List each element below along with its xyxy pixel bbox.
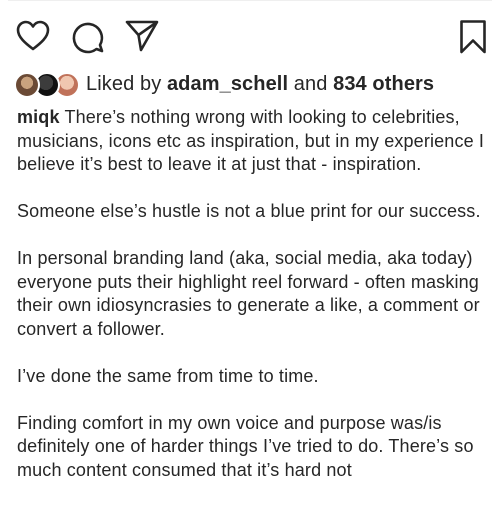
likes-prefix: Liked by [86, 72, 167, 95]
caption-paragraph: Someone else’s hustle is not a blue prin… [17, 201, 481, 221]
comment-icon[interactable] [71, 20, 105, 54]
likes-row: Liked by adam_schell and 834 others [14, 70, 434, 98]
caption-paragraph: miqk There’s nothing wrong with looking … [17, 106, 493, 177]
bookmark-icon[interactable] [459, 19, 487, 55]
caption-paragraph: Finding comfort in my own voice and purp… [17, 412, 474, 480]
liker-username-link[interactable]: adam_schell [167, 73, 288, 95]
likes-middle: and [288, 72, 334, 95]
caption-text: There’s nothing wrong with looking to ce… [17, 107, 485, 174]
liker-avatars[interactable] [14, 71, 80, 98]
likes-count-link[interactable]: 834 others [333, 73, 434, 95]
paper-plane-icon[interactable] [124, 19, 160, 53]
likes-summary: Liked by adam_schell and 834 others [86, 73, 434, 96]
caption-paragraph: In personal branding land (aka, social m… [17, 248, 480, 339]
post-caption: miqk There’s nothing wrong with looking … [17, 106, 493, 506]
heart-icon[interactable] [16, 20, 50, 52]
caption-username-link[interactable]: miqk [17, 107, 60, 127]
post-action-bar [0, 0, 500, 60]
avatar [14, 72, 40, 98]
caption-paragraph: I’ve done the same from time to time. [17, 365, 319, 386]
